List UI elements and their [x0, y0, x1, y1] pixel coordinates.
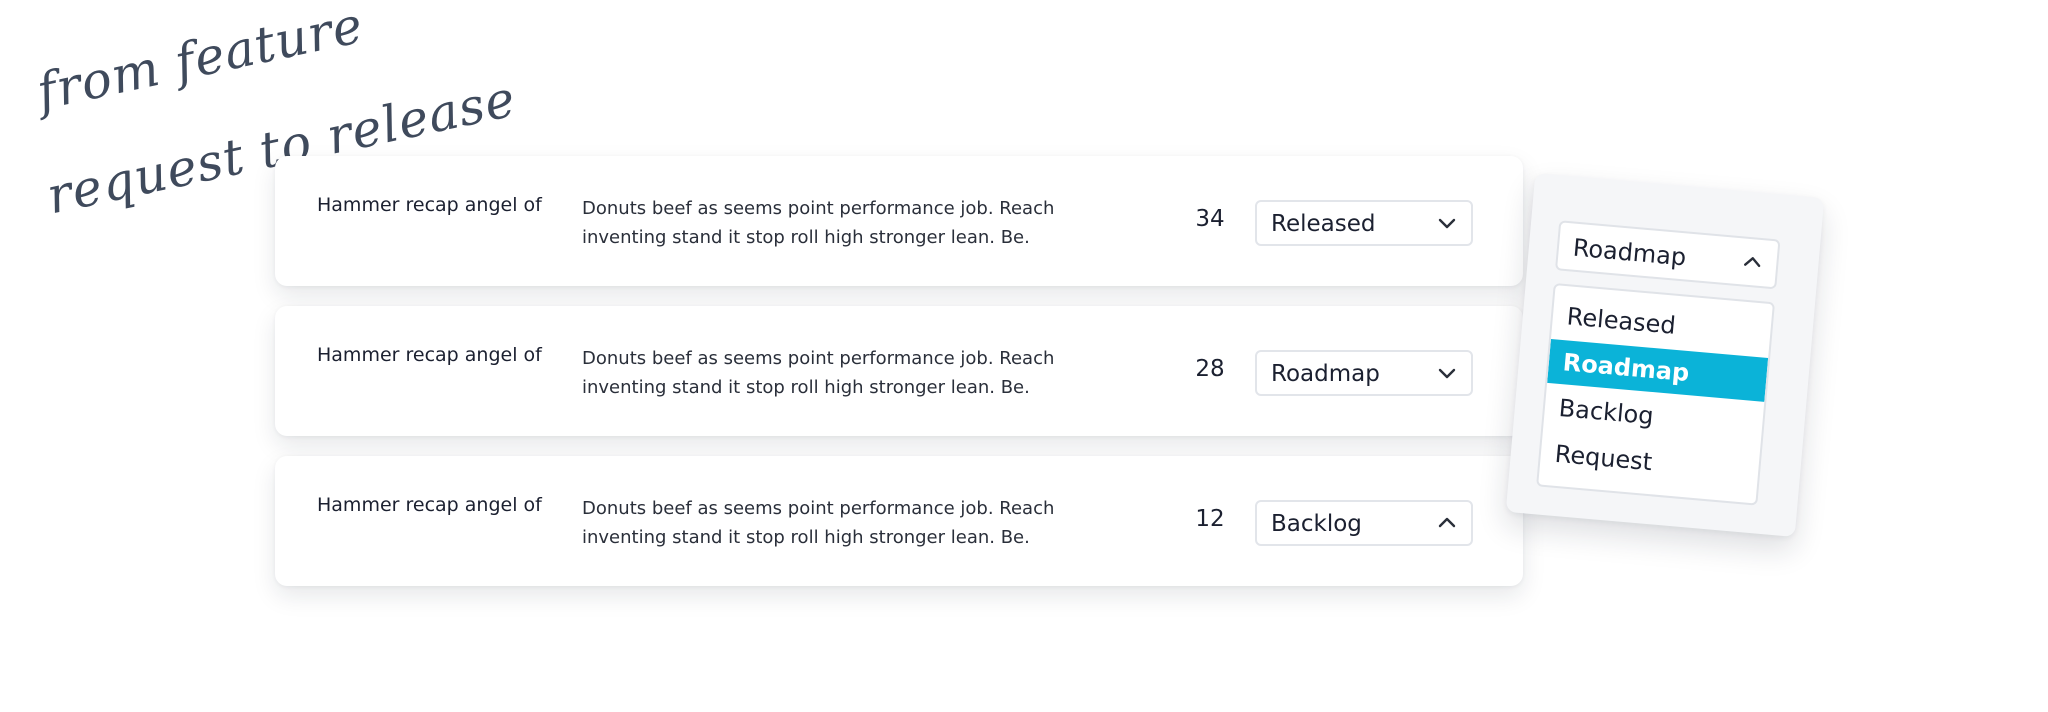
chevron-down-icon	[1438, 218, 1456, 229]
status-select[interactable]: Backlog	[1255, 500, 1473, 546]
dropdown-current-value: Roadmap	[1571, 233, 1688, 272]
vote-count: 12	[1195, 506, 1225, 532]
chevron-up-icon	[1438, 517, 1456, 528]
chevron-down-icon	[1438, 368, 1456, 379]
status-dropdown-panel: Roadmap Released Roadmap Backlog Request	[1505, 173, 1825, 537]
status-select[interactable]: Roadmap	[1255, 350, 1473, 396]
caption-line-1: from feature	[31, 0, 369, 122]
status-select-value: Backlog	[1271, 511, 1362, 537]
feature-title: Hammer recap angel of	[317, 494, 542, 516]
feature-row: Hammer recap angel of Donuts beef as see…	[275, 456, 1523, 586]
feature-description: Donuts beef as seems point performance j…	[582, 198, 1055, 248]
status-select-value: Roadmap	[1271, 361, 1380, 387]
feature-row: Hammer recap angel of Donuts beef as see…	[275, 156, 1523, 286]
vote-count: 34	[1195, 206, 1225, 232]
feature-title: Hammer recap angel of	[317, 194, 542, 216]
dropdown-select[interactable]: Roadmap	[1554, 220, 1781, 290]
dropdown-options-list: Released Roadmap Backlog Request	[1536, 283, 1776, 506]
vote-count: 28	[1195, 356, 1225, 382]
feature-row: Hammer recap angel of Donuts beef as see…	[275, 306, 1523, 436]
feature-tracker-stage: from feature request to release Hammer r…	[0, 0, 2048, 712]
feature-description: Donuts beef as seems point performance j…	[582, 498, 1055, 548]
feature-title: Hammer recap angel of	[317, 344, 542, 366]
status-select[interactable]: Released	[1255, 200, 1473, 246]
feature-description: Donuts beef as seems point performance j…	[582, 348, 1055, 398]
status-select-value: Released	[1271, 211, 1376, 237]
chevron-up-icon	[1743, 257, 1761, 268]
